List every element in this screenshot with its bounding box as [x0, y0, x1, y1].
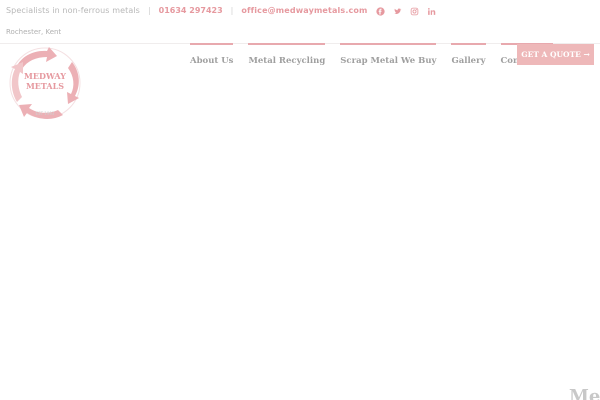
logo-line-2: METALS [26, 81, 64, 91]
twitter-icon[interactable] [393, 7, 402, 16]
facebook-icon[interactable] [375, 6, 385, 16]
linkedin-icon[interactable] [427, 7, 436, 16]
nav-gallery[interactable]: Gallery [451, 43, 486, 66]
main-nav: About Us Metal Recycling Scrap Metal We … [190, 43, 554, 83]
logo-established: EST 1993 [36, 111, 55, 116]
location-text: Rochester, Kent [6, 28, 62, 36]
nav-about-us[interactable]: About Us [190, 43, 234, 66]
social-links [375, 6, 436, 16]
logo-line-1: MEDWAY [24, 71, 66, 81]
instagram-icon[interactable] [410, 7, 419, 16]
email-link[interactable]: office@medwaymetals.com [241, 7, 367, 15]
phone-link[interactable]: 01634 297423 [159, 7, 223, 15]
get-a-quote-button[interactable]: GET A QUOTE → [517, 44, 594, 65]
divider: | [230, 6, 234, 15]
medway-metals-logo[interactable]: MEDWAY METALS EST 1993 [5, 44, 85, 122]
divider: | [147, 6, 151, 15]
nav-scrap-metal-we-buy[interactable]: Scrap Metal We Buy [340, 43, 437, 66]
top-bar: Specialists in non-ferrous metals | 0163… [0, 0, 600, 22]
nav-metal-recycling[interactable]: Metal Recycling [248, 43, 325, 66]
hero-title-fragment: Me [569, 388, 600, 400]
tagline: Specialists in non-ferrous metals [6, 6, 140, 15]
